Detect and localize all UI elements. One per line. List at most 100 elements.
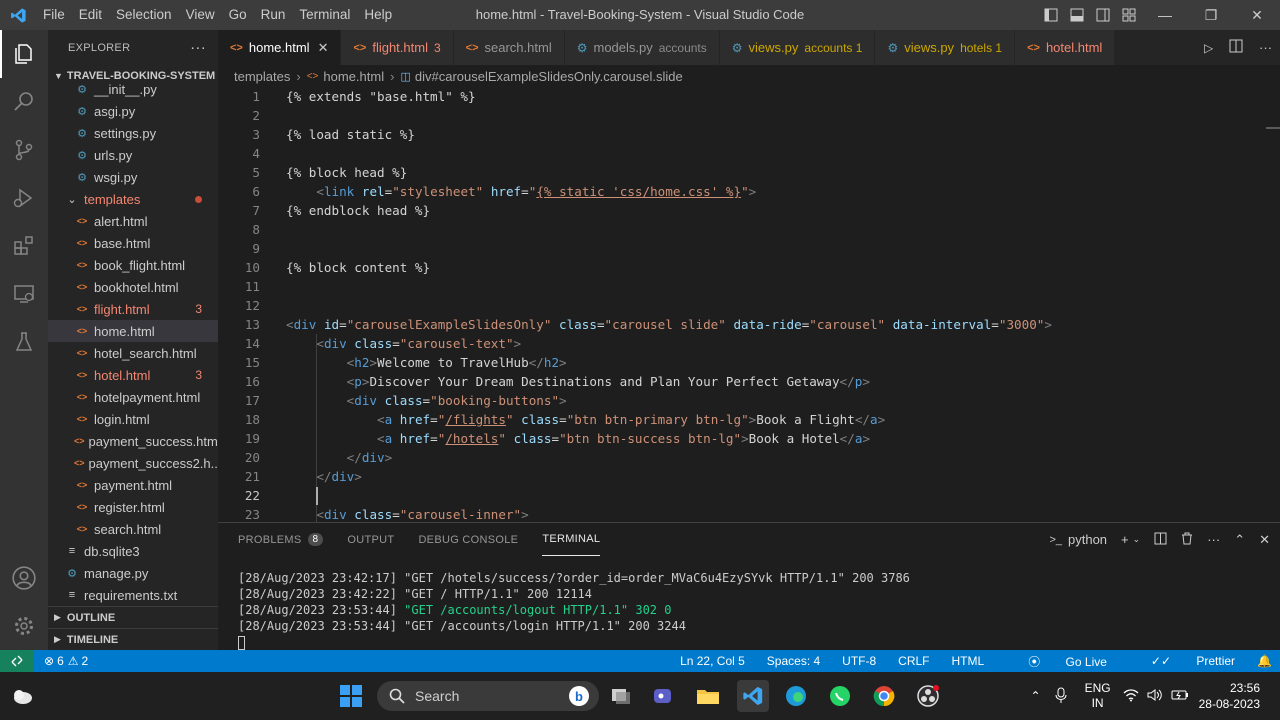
menu-selection[interactable]: Selection bbox=[109, 0, 179, 30]
panel-tab[interactable]: PROBLEMS 8 bbox=[238, 523, 324, 556]
clock[interactable]: 23:56 28-08-2023 bbox=[1199, 680, 1260, 712]
teams-chat-icon[interactable] bbox=[648, 680, 680, 712]
minimize-icon[interactable]: — bbox=[1142, 0, 1188, 30]
file-tree-item[interactable]: <> payment.html bbox=[48, 474, 218, 496]
source-control-icon[interactable] bbox=[0, 126, 48, 174]
file-tree-item[interactable]: <> payment_success.html bbox=[48, 430, 218, 452]
eol-status[interactable]: CRLF bbox=[898, 654, 929, 668]
file-tree-item[interactable]: <> payment_success2.h... bbox=[48, 452, 218, 474]
file-explorer-icon[interactable] bbox=[692, 680, 724, 712]
explorer-icon[interactable] bbox=[0, 30, 48, 78]
edge-browser-icon[interactable] bbox=[780, 680, 812, 712]
terminal-output[interactable]: [28/Aug/2023 23:42:17] "GET /hotels/succ… bbox=[218, 556, 1280, 650]
whatsapp-icon[interactable] bbox=[824, 680, 856, 712]
maximize-panel-icon[interactable]: ⌃ bbox=[1234, 532, 1245, 548]
problems-status[interactable]: ⊗ 6 ⚠ 2 bbox=[44, 654, 88, 668]
outline-section[interactable]: ▶ OUTLINE bbox=[48, 606, 218, 628]
close-panel-icon[interactable]: ✕ bbox=[1259, 532, 1270, 548]
manage-gear-icon[interactable] bbox=[0, 602, 48, 650]
file-tree-item[interactable]: <> home.html bbox=[48, 320, 218, 342]
file-tree-item[interactable]: <> hotel.html 3 bbox=[48, 364, 218, 386]
obs-studio-icon[interactable] bbox=[912, 680, 944, 712]
vscode-taskbar-icon[interactable] bbox=[737, 680, 769, 712]
task-view-icon[interactable] bbox=[605, 680, 637, 712]
file-tree-item[interactable]: ⚙ wsgi.py bbox=[48, 166, 218, 188]
extensions-icon[interactable] bbox=[0, 222, 48, 270]
editor-tab[interactable]: <> search.html bbox=[453, 30, 565, 65]
file-tree-item[interactable]: <> book_flight.html bbox=[48, 254, 218, 276]
file-tree-item[interactable]: ⚙ manage.py bbox=[48, 562, 218, 584]
volume-icon[interactable] bbox=[1147, 688, 1163, 705]
panel-tab[interactable]: OUTPUT bbox=[347, 523, 394, 556]
file-tree-item[interactable]: <> login.html bbox=[48, 408, 218, 430]
input-language-indicator[interactable]: ENG IN bbox=[1085, 681, 1111, 711]
file-tree-item[interactable]: ≡ requirements.txt bbox=[48, 584, 218, 606]
file-tree-item[interactable]: <> base.html bbox=[48, 232, 218, 254]
weather-icon[interactable] bbox=[6, 680, 38, 712]
indentation-status[interactable]: Spaces: 4 bbox=[767, 654, 820, 668]
editor-tab[interactable]: <> flight.html 3 bbox=[341, 30, 454, 65]
bing-icon[interactable]: b bbox=[569, 686, 589, 706]
toggle-sidebar-icon[interactable] bbox=[1038, 0, 1064, 30]
go-live-button[interactable]: ⦿ Go Live bbox=[1006, 653, 1107, 670]
toggle-secondary-sidebar-icon[interactable] bbox=[1090, 0, 1116, 30]
prettier-button[interactable]: ✓✓ Prettier bbox=[1129, 654, 1235, 668]
editor-tab[interactable]: <> hotel.html bbox=[1015, 30, 1116, 65]
close-tab-icon[interactable]: ✕ bbox=[318, 40, 329, 56]
breadcrumb-element[interactable]: div#carouselExampleSlidesOnly.carousel.s… bbox=[415, 69, 683, 84]
toggle-panel-icon[interactable] bbox=[1064, 0, 1090, 30]
code-editor[interactable]: 1 {% extends "base.html" %} 2 3 {% load stat… bbox=[218, 87, 1280, 522]
file-tree-item[interactable]: <> flight.html 3 bbox=[48, 298, 218, 320]
file-tree-item[interactable]: <> hotelpayment.html bbox=[48, 386, 218, 408]
file-tree-item[interactable]: ⚙ __init__.py bbox=[48, 78, 218, 100]
menu-run[interactable]: Run bbox=[254, 0, 293, 30]
menu-edit[interactable]: Edit bbox=[72, 0, 109, 30]
cursor-position[interactable]: Ln 22, Col 5 bbox=[680, 654, 745, 668]
breadcrumb-file[interactable]: home.html bbox=[323, 69, 384, 84]
editor-tab[interactable]: ⚙ models.py accounts bbox=[564, 30, 720, 65]
file-tree-item[interactable]: ⚙ asgi.py bbox=[48, 100, 218, 122]
menu-help[interactable]: Help bbox=[357, 0, 399, 30]
editor-tab[interactable]: ⚙ views.py accounts 1 bbox=[719, 30, 876, 65]
terminal-prompt[interactable] bbox=[238, 634, 1280, 650]
restore-icon[interactable]: ❐ bbox=[1188, 0, 1234, 30]
run-debug-icon[interactable] bbox=[0, 174, 48, 222]
file-tree-item[interactable]: ⚙ urls.py bbox=[48, 144, 218, 166]
language-mode[interactable]: HTML bbox=[952, 654, 985, 668]
menu-go[interactable]: Go bbox=[222, 0, 254, 30]
file-tree-item[interactable]: ≡ db.sqlite3 bbox=[48, 540, 218, 562]
remote-explorer-icon[interactable] bbox=[0, 270, 48, 318]
folder-templates[interactable]: ⌄ templates bbox=[48, 188, 218, 210]
wifi-icon[interactable] bbox=[1123, 688, 1139, 705]
panel-tab[interactable]: TERMINAL bbox=[542, 523, 601, 556]
file-tree-item[interactable]: <> alert.html bbox=[48, 210, 218, 232]
encoding-status[interactable]: UTF-8 bbox=[842, 654, 876, 668]
file-tree-item[interactable]: <> search.html bbox=[48, 518, 218, 540]
terminal-shell-label[interactable]: python bbox=[1068, 532, 1107, 547]
split-editor-icon[interactable] bbox=[1229, 39, 1243, 56]
more-actions-icon[interactable]: ··· bbox=[190, 39, 206, 56]
show-hidden-icons-chevron-icon[interactable]: ⌃ bbox=[1031, 689, 1041, 703]
split-terminal-icon[interactable] bbox=[1154, 532, 1167, 548]
editor-tab[interactable]: ⚙ views.py hotels 1 bbox=[875, 30, 1016, 65]
notifications-bell-icon[interactable]: 🔔 bbox=[1257, 654, 1272, 668]
menu-terminal[interactable]: Terminal bbox=[292, 0, 357, 30]
chevron-down-icon[interactable]: ⌄ bbox=[1133, 534, 1141, 545]
search-icon[interactable] bbox=[0, 78, 48, 126]
chrome-icon[interactable] bbox=[868, 680, 900, 712]
battery-icon[interactable] bbox=[1171, 688, 1189, 705]
more-actions-icon[interactable]: ··· bbox=[1207, 532, 1220, 547]
file-tree-item[interactable]: <> bookhotel.html bbox=[48, 276, 218, 298]
start-windows-icon[interactable] bbox=[335, 680, 367, 712]
taskbar-search-input[interactable]: Search b bbox=[377, 681, 599, 711]
close-window-icon[interactable]: ✕ bbox=[1234, 0, 1280, 30]
trash-icon[interactable] bbox=[1181, 532, 1193, 548]
new-terminal-icon[interactable]: + bbox=[1121, 532, 1129, 547]
run-icon[interactable]: ▷ bbox=[1204, 41, 1213, 55]
editor-tab[interactable]: <> home.html ✕ bbox=[218, 30, 342, 65]
menu-view[interactable]: View bbox=[179, 0, 222, 30]
remote-indicator-icon[interactable] bbox=[0, 650, 34, 672]
testing-icon[interactable] bbox=[0, 318, 48, 366]
file-tree-item[interactable]: <> hotel_search.html bbox=[48, 342, 218, 364]
more-actions-icon[interactable]: ··· bbox=[1259, 40, 1272, 55]
